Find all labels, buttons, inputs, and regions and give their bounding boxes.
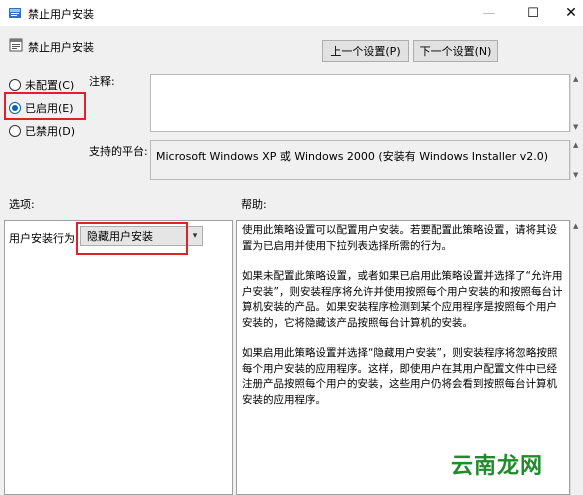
policy-name: 禁止用户安装 <box>28 41 94 54</box>
comment-label: 注释: <box>89 75 115 88</box>
maximize-icon: ☐ <box>527 5 539 21</box>
policy-app-icon <box>9 8 21 18</box>
minimize-button[interactable]: — <box>470 0 508 26</box>
help-scrollbar[interactable]: ▲ <box>570 220 583 495</box>
options-pane <box>4 220 233 495</box>
scroll-down-icon[interactable]: ▼ <box>573 171 578 179</box>
watermark-logo: 云南龙网 <box>451 454 544 479</box>
highlight-box-dropdown <box>76 222 188 255</box>
highlight-box-enabled <box>4 92 86 120</box>
comment-input[interactable] <box>150 74 570 132</box>
scroll-up-icon[interactable]: ▲ <box>573 75 578 83</box>
radio-not-configured-indicator[interactable] <box>9 79 21 91</box>
platform-value: Microsoft Windows XP 或 Windows 2000 (安装有… <box>150 140 570 180</box>
radio-disabled-label: 已禁用(D) <box>25 125 76 138</box>
scroll-down-icon[interactable]: ▼ <box>573 123 578 131</box>
next-setting-button[interactable]: 下一个设置(N) <box>413 40 498 62</box>
scroll-up-icon[interactable]: ▲ <box>573 222 578 230</box>
comment-scrollbar[interactable]: ▲ ▼ <box>570 74 583 132</box>
previous-setting-button[interactable]: 上一个设置(P) <box>322 40 409 62</box>
help-section-label: 帮助: <box>241 198 267 211</box>
user-install-behavior-label: 用户安装行为: <box>9 232 79 245</box>
close-icon: ✕ <box>565 5 577 21</box>
scroll-up-icon[interactable]: ▲ <box>573 141 578 149</box>
policy-setting-icon <box>9 38 23 52</box>
options-section-label: 选项: <box>9 198 35 211</box>
platform-scrollbar[interactable]: ▲ ▼ <box>570 140 583 180</box>
help-paragraph: 如果未配置此策略设置，或者如果已启用此策略设置并选择了“允许用户安装”，则安装程… <box>242 270 563 329</box>
radio-disabled-indicator[interactable] <box>9 125 21 137</box>
radio-disabled[interactable]: 已禁用(D) <box>9 124 75 138</box>
help-paragraph: 使用此策略设置可以配置用户安装。若要配置此策略设置，请将其设置为已启用并使用下拉… <box>242 224 557 252</box>
radio-not-configured-label: 未配置(C) <box>25 79 75 92</box>
platform-label: 支持的平台: <box>89 145 148 158</box>
help-paragraph: 如果启用此策略设置并选择“隐藏用户安装”，则安装程序将忽略按照每个用户安装的应用… <box>242 347 558 406</box>
maximize-button[interactable]: ☐ <box>514 0 552 26</box>
minimize-icon: — <box>482 5 496 21</box>
window-title: 禁止用户安装 <box>28 8 94 21</box>
title-bar: 禁止用户安装 — ☐ ✕ <box>0 0 583 26</box>
chevron-down-icon[interactable]: ▾ <box>188 231 202 241</box>
close-button[interactable]: ✕ <box>552 0 583 26</box>
radio-not-configured[interactable]: 未配置(C) <box>9 78 74 92</box>
